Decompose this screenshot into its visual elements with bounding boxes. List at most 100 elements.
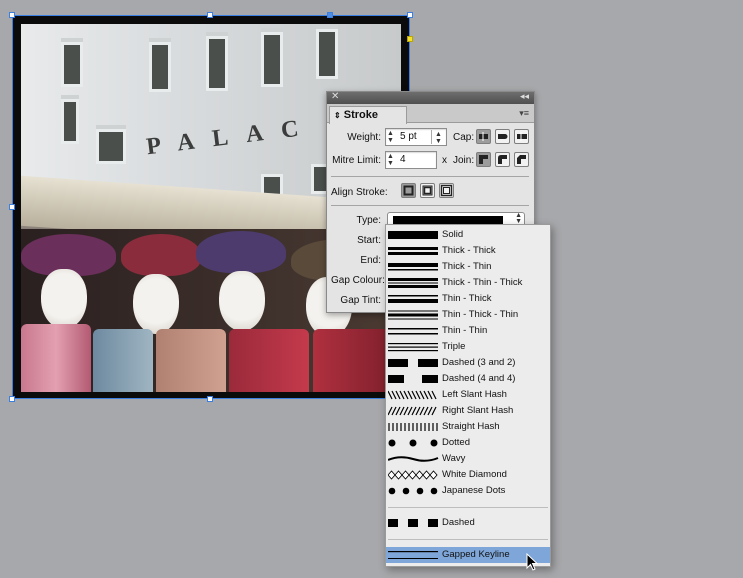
- option-label: Thin - Thick: [442, 293, 492, 304]
- right-slant-hash-stroke-icon: [388, 406, 437, 416]
- round-cap-icon: [498, 134, 508, 139]
- option-label: Thin - Thick - Thin: [442, 309, 519, 320]
- panel-menu-icon[interactable]: ▾≡: [519, 108, 529, 119]
- option-dashed[interactable]: Dashed: [386, 515, 550, 531]
- mitre-limit-label: Mitre Limit:: [332, 155, 381, 166]
- option-thin-thick-thin[interactable]: Thin - Thick - Thin: [386, 307, 550, 323]
- option-label: Thick - Thin - Thick: [442, 277, 523, 288]
- weight-value: 5 pt: [400, 131, 417, 142]
- stepper-arrows-icon[interactable]: ▲ ▼: [387, 153, 394, 167]
- option-thick-thin-thick[interactable]: Thick - Thin - Thick: [386, 275, 550, 291]
- option-label: White Diamond: [442, 469, 507, 480]
- option-solid[interactable]: Solid: [386, 227, 550, 243]
- option-japanese-dots[interactable]: Japanese Dots: [386, 483, 550, 499]
- window: [149, 42, 171, 92]
- align-outside-button[interactable]: [439, 183, 454, 198]
- resize-handle-top-left[interactable]: [9, 12, 15, 18]
- round-cap-button[interactable]: [495, 129, 510, 144]
- gap-colour-label: Gap Colour:: [331, 275, 385, 286]
- projecting-cap-button[interactable]: [514, 129, 529, 144]
- option-left-slant-hash[interactable]: Left Slant Hash: [386, 387, 550, 403]
- option-label: Triple: [442, 341, 466, 352]
- cap-label: Cap:: [453, 132, 475, 143]
- panel-titlebar[interactable]: ✕ ◂◂: [327, 91, 534, 104]
- resize-handle-top[interactable]: [207, 12, 213, 18]
- thin-thin-stroke-icon: [388, 328, 438, 335]
- live-corners-handle[interactable]: [407, 36, 413, 42]
- tab-arrows-icon: ⇕: [334, 111, 341, 120]
- option-label: Thin - Thin: [442, 325, 488, 336]
- weight-label: Weight:: [347, 132, 381, 143]
- thick-thick-stroke-icon: [388, 247, 438, 255]
- weight-field[interactable]: ▲ ▼ 5 pt ▲ ▼: [385, 128, 447, 146]
- option-dashed-3-2[interactable]: Dashed (3 and 2): [386, 355, 550, 371]
- option-white-diamond[interactable]: White Diamond: [386, 467, 550, 483]
- balcony: [96, 129, 126, 164]
- option-label: Gapped Keyline: [442, 549, 510, 560]
- option-label: Japanese Dots: [442, 485, 506, 496]
- option-thin-thick[interactable]: Thin - Thick: [386, 291, 550, 307]
- join-label: Join:: [453, 155, 475, 166]
- align-inside-button[interactable]: [420, 183, 435, 198]
- option-dashed-4-4[interactable]: Dashed (4 and 4): [386, 371, 550, 387]
- stroke-type-dropdown: Solid Thick - Thick Thick - Thin Thick -…: [385, 224, 551, 567]
- projecting-cap-icon: [517, 132, 527, 141]
- option-label: Thick - Thin: [442, 261, 492, 272]
- mitre-limit-field[interactable]: ▲ ▼ 4: [385, 151, 437, 169]
- divider: [331, 205, 529, 206]
- tab-stroke[interactable]: ⇕ Stroke: [329, 106, 407, 124]
- option-right-slant-hash[interactable]: Right Slant Hash: [386, 403, 550, 419]
- option-label: Dashed (3 and 2): [442, 357, 516, 368]
- option-label: Dashed: [442, 517, 475, 528]
- option-label: Dashed (4 and 4): [442, 373, 516, 384]
- mitre-x-label: x: [442, 155, 447, 166]
- butt-cap-button[interactable]: [476, 129, 491, 144]
- dropdown-divider: [388, 539, 548, 540]
- option-triple[interactable]: Triple: [386, 339, 550, 355]
- option-label: Solid: [442, 229, 464, 240]
- option-thick-thick[interactable]: Thick - Thick: [386, 243, 550, 259]
- bevel-join-icon: [517, 155, 526, 164]
- carnival-mask: [41, 269, 87, 329]
- resize-handle-top-right[interactable]: [407, 12, 413, 18]
- wavy-stroke-icon: [388, 456, 439, 462]
- thin-thick-stroke-icon: [388, 295, 438, 303]
- dropdown-arrows-icon[interactable]: ▲ ▼: [431, 130, 445, 145]
- option-thick-thin[interactable]: Thick - Thin: [386, 259, 550, 275]
- option-straight-hash[interactable]: Straight Hash: [386, 419, 550, 435]
- align-center-button[interactable]: [401, 183, 416, 198]
- scarf: [229, 329, 309, 392]
- scarf: [93, 329, 153, 392]
- end-label: End:: [360, 255, 381, 266]
- collapse-icon[interactable]: ◂◂: [520, 91, 529, 102]
- gapped-keyline-stroke-icon: [388, 551, 438, 559]
- option-label: Straight Hash: [442, 421, 500, 432]
- miter-join-button[interactable]: [476, 152, 491, 167]
- window: [206, 36, 228, 91]
- window: [61, 42, 83, 87]
- gap-tint-label: Gap Tint:: [340, 295, 381, 306]
- stepper-arrows-icon[interactable]: ▲ ▼: [387, 130, 394, 144]
- close-icon[interactable]: ✕: [331, 91, 339, 102]
- type-label: Type:: [356, 215, 381, 226]
- carnival-mask: [219, 271, 265, 331]
- window: [316, 29, 338, 79]
- solid-swatch: [393, 216, 503, 224]
- divider: [331, 176, 529, 177]
- option-wavy[interactable]: Wavy: [386, 451, 550, 467]
- resize-handle-bottom-left[interactable]: [9, 396, 15, 402]
- resize-handle-left[interactable]: [9, 204, 15, 210]
- dashed-stroke-icon: [388, 519, 438, 527]
- round-join-icon: [498, 155, 507, 164]
- content-grabber-handle[interactable]: [327, 12, 333, 18]
- mitre-limit-value: 4: [400, 154, 406, 165]
- thin-thick-thin-stroke-icon: [388, 310, 438, 320]
- align-outside-icon: [440, 184, 453, 197]
- option-dotted[interactable]: Dotted: [386, 435, 550, 451]
- bevel-join-button[interactable]: [514, 152, 529, 167]
- dropdown-divider: [388, 507, 548, 508]
- resize-handle-bottom[interactable]: [207, 396, 213, 402]
- option-thin-thin[interactable]: Thin - Thin: [386, 323, 550, 339]
- round-join-button[interactable]: [495, 152, 510, 167]
- solid-stroke-icon: [388, 231, 438, 239]
